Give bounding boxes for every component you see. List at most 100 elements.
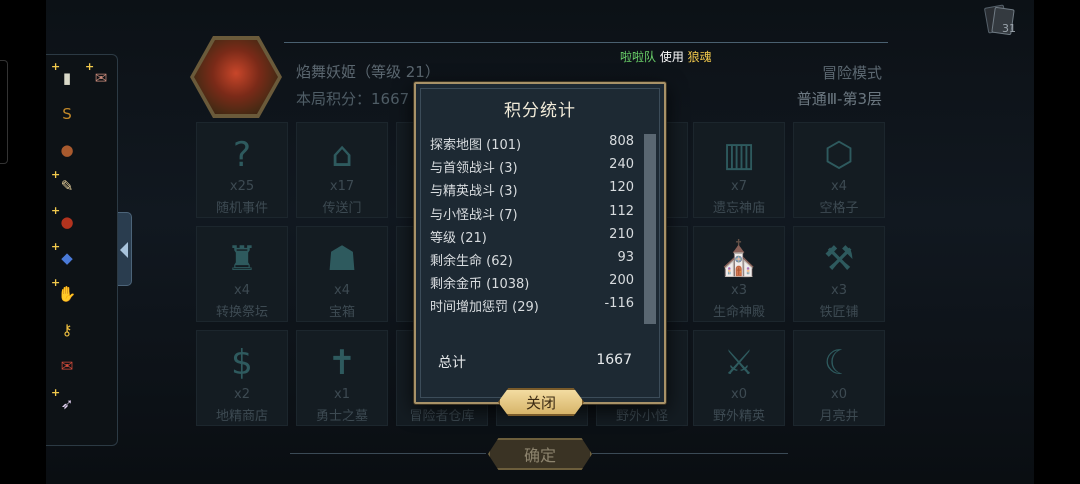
tile-icon: ⌂: [331, 135, 353, 175]
event-tile: ⛪ x3 生命神殿: [693, 226, 785, 322]
score-row-value: 210: [609, 226, 634, 242]
collapse-inventory-button[interactable]: [118, 212, 132, 286]
tile-icon: ☾: [823, 343, 855, 383]
event-tile: ♜ x4 转换祭坛: [196, 226, 288, 322]
score-row-label: 与首领战斗 (3): [430, 161, 518, 177]
tile-label: 月亮井: [819, 409, 859, 424]
item-glyph: ●: [60, 141, 74, 159]
sealed-scroll-icon[interactable]: ✉: [52, 351, 82, 381]
upgrade-plus-icon: +: [51, 168, 61, 181]
scrollbar-thumb[interactable]: [644, 134, 656, 324]
tile-icon: ⬡: [824, 135, 854, 175]
score-summary-dialog: 积分统计 探索地图 (101) 808 与首领战斗 (3) 240 与精英战斗 (3) 1…: [414, 82, 666, 416]
upgrade-plus-icon: +: [51, 240, 61, 253]
tile-label: 空格子: [819, 201, 859, 216]
tile-icon: $: [231, 343, 253, 383]
score-row: 与首领战斗 (3) 240: [430, 157, 634, 177]
score-total-row: 总计 1667: [438, 352, 632, 374]
golden-key-icon[interactable]: ⚷: [52, 315, 82, 345]
chevron-left-icon: [120, 242, 128, 258]
run-score: 本局积分：1667: [296, 90, 410, 108]
tile-label: 地精商店: [215, 409, 268, 424]
score-row: 时间增加惩罚 (29) -116: [430, 296, 634, 316]
upgrade-plus-icon: +: [85, 60, 95, 73]
score-row-value: 112: [609, 203, 634, 219]
score-row: 与精英战斗 (3) 120: [430, 180, 634, 200]
tile-label: 冒险者仓库: [409, 409, 475, 424]
score-row: 等级 (21) 210: [430, 227, 634, 247]
score-row-value: 240: [609, 157, 634, 173]
item-glyph: ➶: [60, 395, 74, 413]
score-breakdown-list[interactable]: 探索地图 (101) 808 与首领战斗 (3) 240 与精英战斗 (3) 120 与小怪…: [430, 132, 652, 324]
upgrade-plus-icon: +: [51, 60, 61, 73]
item-glyph: ✉: [94, 69, 108, 87]
milestone-icon[interactable]: ▮ +: [51, 60, 82, 93]
confirm-button[interactable]: 确定: [488, 438, 592, 470]
tile-label: 传送门: [322, 201, 362, 216]
game-scene: 焰舞妖姬（等级 21） 本局积分：1667 冒险模式 普通Ⅲ-第3层 ? x25 随…: [0, 0, 1080, 484]
feather-icon[interactable]: ➶ +: [51, 386, 82, 419]
score-row-label: 剩余生命 (62): [430, 254, 513, 269]
tile-count: x3: [731, 283, 747, 298]
tile-icon: ⛪: [717, 239, 761, 279]
tile-icon: ✝: [327, 343, 357, 383]
potion-icon[interactable]: ● +: [51, 204, 82, 237]
tile-label: 宝箱: [328, 305, 355, 320]
item-glyph: ✋: [57, 285, 77, 303]
score-row: 剩余生命 (62) 93: [430, 250, 634, 270]
tile-count: x25: [229, 179, 255, 194]
right-letterbox: [1034, 0, 1080, 484]
tile-icon: ?: [232, 135, 252, 175]
event-tile: $ x2 地精商店: [196, 330, 288, 426]
tile-count: x3: [831, 283, 847, 298]
upgrade-plus-icon: +: [51, 204, 61, 217]
ticker-action: 使用: [656, 50, 688, 64]
tile-count: x1: [334, 387, 350, 402]
score-row-label: 与小怪战斗 (7): [430, 207, 518, 223]
tile-count: x0: [831, 387, 847, 402]
score-row-value: 93: [617, 250, 634, 265]
tile-count: x4: [334, 283, 350, 298]
close-dialog-button[interactable]: 关闭: [498, 388, 584, 416]
meat-icon[interactable]: ●: [52, 135, 82, 165]
event-tile: ☗ x4 宝箱: [296, 226, 388, 322]
tile-label: 转换祭坛: [215, 305, 268, 320]
gold-bag-icon[interactable]: S: [52, 99, 82, 129]
score-row: 剩余金币 (1038) 200: [430, 273, 634, 293]
tile-icon: ⚒: [823, 239, 855, 279]
score-list-scrollbar[interactable]: [644, 134, 656, 324]
tile-count: x4: [234, 283, 250, 298]
score-row-label: 探索地图 (101): [430, 138, 522, 153]
score-row-value: -116: [604, 296, 634, 312]
score-row: 探索地图 (101) 808: [430, 134, 634, 154]
item-glyph: ◆: [61, 249, 73, 267]
gem-scroll-icon[interactable]: ◆ +: [51, 240, 82, 273]
scroll-bundle-icon[interactable]: ✉ +: [85, 60, 116, 93]
tile-icon: ♜: [226, 239, 258, 279]
parchment-icon[interactable]: ✎ +: [51, 168, 82, 201]
score-row-label: 时间增加惩罚 (29): [430, 300, 539, 316]
score-row-label: 与精英战斗 (3): [430, 184, 518, 200]
gauntlet-icon[interactable]: ✋ +: [51, 276, 82, 309]
ticker-item: 狼魂: [687, 50, 712, 64]
event-tile: ⌂ x17 传送门: [296, 122, 388, 218]
dialog-title: 积分统计: [504, 101, 576, 121]
hero-name: 焰舞妖姬（等级 21）: [296, 63, 440, 81]
difficulty-floor: 普通Ⅲ-第3层: [796, 90, 882, 108]
upgrade-plus-icon: +: [51, 276, 61, 289]
upgrade-plus-icon: +: [51, 386, 61, 399]
item-glyph: ▮: [62, 69, 72, 87]
tile-count: x17: [329, 179, 355, 194]
confirm-divider-right: [592, 453, 788, 454]
game-mode: 冒险模式: [821, 64, 882, 82]
total-label: 总计: [438, 355, 466, 371]
item-glyph: S: [62, 105, 72, 123]
event-tile: ⚔ x0 野外精英: [693, 330, 785, 426]
tile-count: x4: [831, 179, 847, 194]
tile-count: x7: [731, 179, 747, 194]
score-row-label: 剩余金币 (1038): [430, 277, 530, 293]
tile-icon: ☗: [326, 239, 358, 279]
card-deck-count: 31: [1002, 22, 1016, 35]
tile-label: 野外小怪: [615, 409, 668, 424]
event-tile: ☾ x0 月亮井: [793, 330, 885, 426]
